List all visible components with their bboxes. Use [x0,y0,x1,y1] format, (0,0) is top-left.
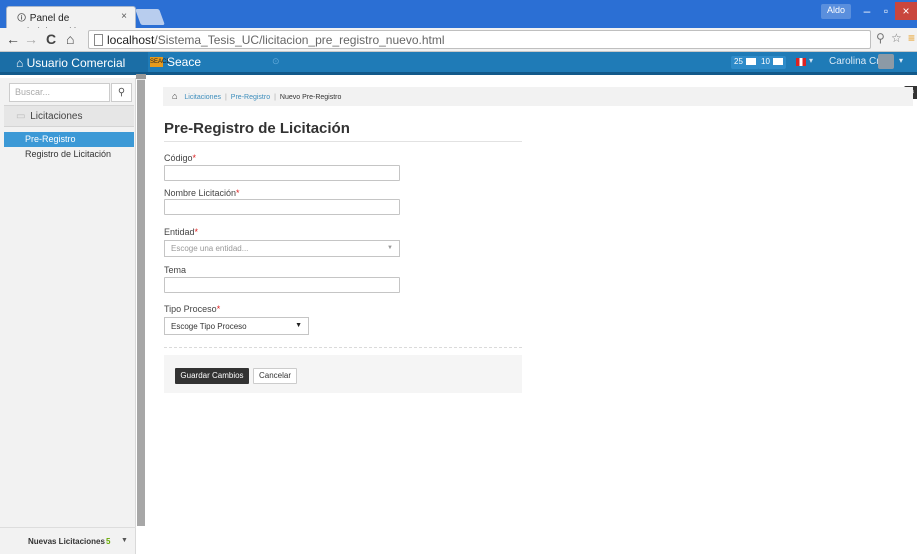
entidad-label: Entidad* [164,227,199,237]
maximize-icon[interactable]: ▫ [877,2,895,20]
close-window-icon[interactable]: × [895,2,917,20]
chevron-down-icon[interactable]: ▾ [809,56,813,65]
codigo-label: Código* [164,153,197,163]
tema-label: Tema [164,265,187,275]
sidebar: Buscar... ⚲ ▭ Licitaciones Pre-Registro … [0,78,136,554]
footer-label: Nuevas Licitaciones [28,537,105,546]
scrollbar-thumb[interactable] [137,80,145,526]
minimize-icon[interactable]: – [857,2,877,20]
tipo-label: Tipo Proceso* [164,304,221,314]
divider [164,347,522,348]
reload-icon[interactable]: C [46,31,56,47]
forward-icon[interactable]: → [24,31,38,47]
flag-icon[interactable] [796,58,806,66]
entidad-select[interactable]: Escoge una entidad... ▼ [164,240,400,257]
form-actions: Guardar Cambios Cancelar [164,355,522,393]
footer-count: 5 [106,537,111,546]
chevron-down-icon: ▼ [295,322,302,329]
tab-close-icon[interactable]: × [121,11,127,22]
mail-icon [745,58,756,66]
browser-toolbar: ← → C ⌂ localhost/Sistema_Tesis_UC/licit… [0,28,917,52]
home-icon[interactable]: ⌂ [172,91,177,101]
scrollbar-handle[interactable] [136,74,146,79]
chevron-down-icon: ▼ [387,245,393,251]
divider [164,141,522,142]
new-tab-button[interactable] [135,9,165,25]
avatar[interactable] [878,54,894,69]
tasks-badge[interactable]: 10 [758,56,786,69]
sidebar-section-licitaciones[interactable]: ▭ Licitaciones [4,105,134,127]
user-section-title[interactable]: ⌂ Usuario Comercial [0,52,148,72]
sidebar-item-registro-licitacion[interactable]: Registro de Licitación [4,147,134,162]
breadcrumb-item[interactable]: Pre-Registro [231,94,270,101]
breadcrumb-item[interactable]: Licitaciones [184,94,221,101]
favicon-icon: 🛈 [17,13,27,23]
app-header: ⌂ Usuario Comercial SEACE Seace ⊙ 25 10 … [0,52,917,75]
chevron-down-icon[interactable]: ▾ [899,56,903,65]
home-icon[interactable]: ⌂ [66,31,74,47]
browser-user-chip[interactable]: Aldo [820,4,851,19]
search-input[interactable]: Buscar... [9,83,110,102]
address-bar[interactable]: localhost/Sistema_Tesis_UC/licitacion_pr… [88,30,871,49]
browser-tab[interactable]: 🛈 Panel de Administración × [6,6,136,38]
page-icon [94,34,103,46]
url-path: /Sistema_Tesis_UC/licitacion_pre_registr… [154,33,445,47]
nombre-input[interactable] [164,199,400,215]
browser-titlebar: 🛈 Panel de Administración × Aldo – ▫ × [0,0,917,38]
save-button[interactable]: Guardar Cambios [175,368,249,384]
chevron-down-icon[interactable]: ▼ [121,537,128,544]
codigo-input[interactable] [164,165,400,181]
header-dot-icon: ⊙ [272,56,280,66]
sidebar-item-pre-registro[interactable]: Pre-Registro [4,132,134,147]
breadcrumb-current: Nuevo Pre-Registro [279,94,342,101]
url-host: localhost [107,33,155,47]
tema-input[interactable] [164,277,400,293]
home-icon: ⌂ [16,56,24,70]
star-icon[interactable]: ☆ [891,31,902,45]
back-icon[interactable]: ← [6,31,20,47]
breadcrumb: ⌂ Licitaciones | Pre-Registro | Nuevo Pre-Re… [163,87,913,106]
sidebar-submenu: Pre-Registro Registro de Licitación [4,132,134,162]
sidebar-footer[interactable]: Nuevas Licitaciones 5 [0,527,136,554]
zoom-icon[interactable]: ⚲ [876,31,885,45]
seace-logo: SEACE [150,57,171,67]
calendar-icon [772,58,783,66]
menu-icon[interactable]: ≡ [908,31,915,45]
notifications-badge[interactable]: 25 [731,56,759,69]
folder-icon: ▭ [16,111,26,122]
page-title: Pre-Registro de Licitación [164,120,350,137]
tipo-proceso-select[interactable]: Escoge Tipo Proceso ▼ [164,317,309,335]
cancel-button[interactable]: Cancelar [253,368,297,384]
nombre-label: Nombre Licitación* [164,188,240,198]
brand-name[interactable]: Seace [167,55,201,69]
search-icon[interactable]: ⚲ [111,83,132,102]
